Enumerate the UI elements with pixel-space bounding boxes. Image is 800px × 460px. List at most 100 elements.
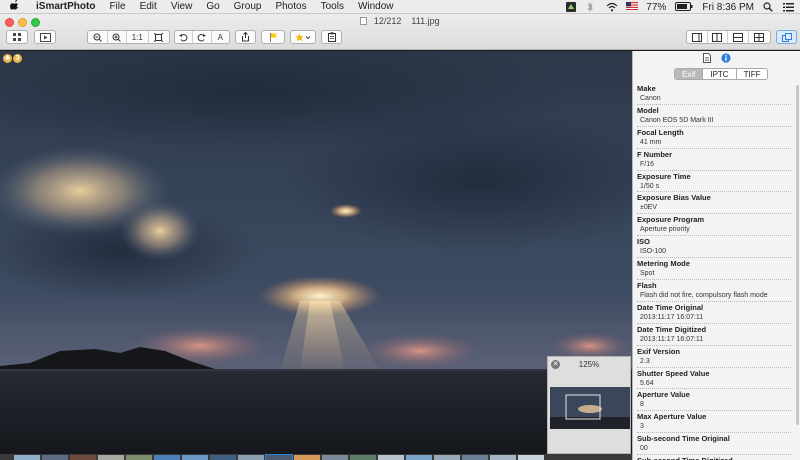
menu-photos[interactable]: Photos: [268, 0, 313, 14]
rating-dropdown[interactable]: [290, 30, 316, 44]
film-thumbnail[interactable]: [154, 455, 180, 460]
clock[interactable]: Fri 8:36 PM: [702, 2, 754, 13]
apple-icon[interactable]: [10, 0, 24, 13]
actual-size-button[interactable]: 1:1: [127, 31, 149, 43]
inspector-header: [633, 52, 800, 65]
film-thumbnail[interactable]: [322, 455, 348, 460]
layout-controls: [686, 30, 771, 44]
exif-row: Make Canon: [637, 83, 791, 105]
exif-value: ±0EV: [640, 204, 658, 212]
menu-edit[interactable]: Edit: [133, 0, 164, 14]
layout-single-button[interactable]: [687, 31, 708, 43]
navigator-thumbnail[interactable]: [550, 387, 630, 429]
rotate-left-icon: [179, 33, 188, 41]
split-horizontal-icon: [732, 32, 743, 42]
bluetooth-icon[interactable]: [586, 2, 597, 12]
exif-value: 2013:11:17 16:07:11: [640, 313, 704, 321]
exif-label: Shutter Speed Value: [637, 368, 710, 378]
tab-iptc[interactable]: IPTC: [703, 69, 737, 79]
navigator-panel: ✕ 125%: [547, 356, 631, 454]
photo-badge: ★ 3: [3, 54, 22, 63]
compare-button[interactable]: [776, 30, 797, 44]
wifi-icon[interactable]: [606, 2, 618, 12]
document-icon: [360, 17, 368, 25]
film-thumbnail-selected[interactable]: [265, 454, 293, 460]
layout-split-vertical-button[interactable]: [708, 31, 729, 43]
menu-window[interactable]: Window: [351, 0, 401, 14]
star-icon: [295, 32, 311, 41]
exif-row: Date Time Digitized 2013:11:17 16:07:11: [637, 324, 791, 346]
us-flag-icon[interactable]: [626, 2, 639, 12]
landscape-photo: [0, 51, 632, 454]
exif-row: Aperture Value 8: [637, 389, 791, 412]
inspector-scrollbar[interactable]: [796, 85, 799, 425]
zoom-in-button[interactable]: [108, 31, 128, 43]
exif-label: Exposure Time: [637, 171, 691, 181]
rotate-right-button[interactable]: [193, 31, 212, 43]
exif-row: Shutter Speed Value 5.64: [637, 368, 791, 390]
film-thumbnail[interactable]: [406, 455, 432, 460]
film-thumbnail[interactable]: [238, 455, 264, 460]
layout-split-horizontal-button[interactable]: [728, 31, 749, 43]
film-thumbnail[interactable]: [378, 455, 404, 460]
exif-row: Exposure Program Aperture priority: [637, 214, 791, 237]
exif-value: Spot: [640, 270, 655, 278]
battery-percentage: 77%: [646, 1, 667, 13]
zoom-out-button[interactable]: [88, 31, 108, 43]
tab-tiff[interactable]: TIFF: [737, 69, 768, 79]
metadata-tabs: Exif IPTC TIFF: [674, 68, 769, 80]
film-thumbnail[interactable]: [490, 455, 516, 460]
fit-to-window-button[interactable]: [149, 31, 169, 43]
film-thumbnail[interactable]: [462, 455, 488, 460]
battery-icon[interactable]: [675, 2, 693, 12]
app-status-icon[interactable]: [566, 2, 577, 12]
film-thumbnail[interactable]: [350, 455, 376, 460]
exif-value: Flash did not fire, compulsory flash mod…: [640, 292, 768, 300]
exif-value: Canon EOS 5D Mark III: [640, 116, 714, 124]
menu-group[interactable]: Group: [227, 0, 269, 14]
film-thumbnail[interactable]: [294, 455, 320, 460]
exif-label: Exposure Bias Value: [637, 193, 711, 203]
film-thumbnail[interactable]: [518, 455, 544, 460]
film-thumbnail[interactable]: [70, 455, 96, 460]
rating-badge-icon: ★: [3, 54, 12, 63]
info-icon[interactable]: [720, 50, 731, 68]
auto-enhance-button[interactable]: A: [212, 31, 229, 43]
photo-viewer[interactable]: ★ 3: [0, 51, 632, 454]
menu-app-name[interactable]: iSmartPhoto: [24, 0, 102, 14]
exif-value: 8: [640, 401, 644, 409]
film-thumbnail[interactable]: [98, 455, 124, 460]
rotate-left-button[interactable]: [175, 31, 194, 43]
tab-exif[interactable]: Exif: [675, 69, 704, 79]
notification-center-icon[interactable]: [783, 2, 794, 12]
menu-go[interactable]: Go: [199, 0, 226, 14]
grid-view-button[interactable]: [6, 30, 28, 44]
share-button[interactable]: [235, 30, 256, 44]
exif-value: 2013:11:17 16:07:11: [640, 335, 704, 343]
exif-label: Max Aperture Value: [637, 412, 707, 422]
slideshow-icon: [39, 32, 51, 42]
photo-counter: 12/212: [373, 16, 402, 26]
film-thumbnail[interactable]: [210, 455, 236, 460]
zoom-controls: 1:1: [87, 30, 170, 44]
slideshow-button[interactable]: [34, 30, 56, 44]
exif-row: Metering Mode Spot: [637, 258, 791, 281]
exif-value: Aperture priority: [640, 226, 690, 234]
menu-view[interactable]: View: [164, 0, 200, 14]
film-thumbnail[interactable]: [42, 455, 68, 460]
exif-label: Sub-second Time Original: [637, 434, 730, 444]
rotate-controls: A: [174, 30, 230, 44]
metadata-file-icon[interactable]: [702, 50, 711, 68]
exif-label: Exif Version: [637, 346, 680, 356]
flag-button[interactable]: [261, 30, 285, 44]
layout-quad-button[interactable]: [749, 31, 770, 43]
film-thumbnail[interactable]: [434, 455, 460, 460]
film-thumbnail[interactable]: [182, 455, 208, 460]
spotlight-search-icon[interactable]: [763, 2, 774, 12]
film-thumbnail[interactable]: [14, 455, 40, 460]
menu-tools[interactable]: Tools: [314, 0, 351, 14]
zoom-in-icon: [112, 33, 122, 42]
info-panel-button[interactable]: [321, 30, 342, 44]
menu-file[interactable]: File: [102, 0, 132, 14]
film-thumbnail[interactable]: [126, 455, 152, 460]
